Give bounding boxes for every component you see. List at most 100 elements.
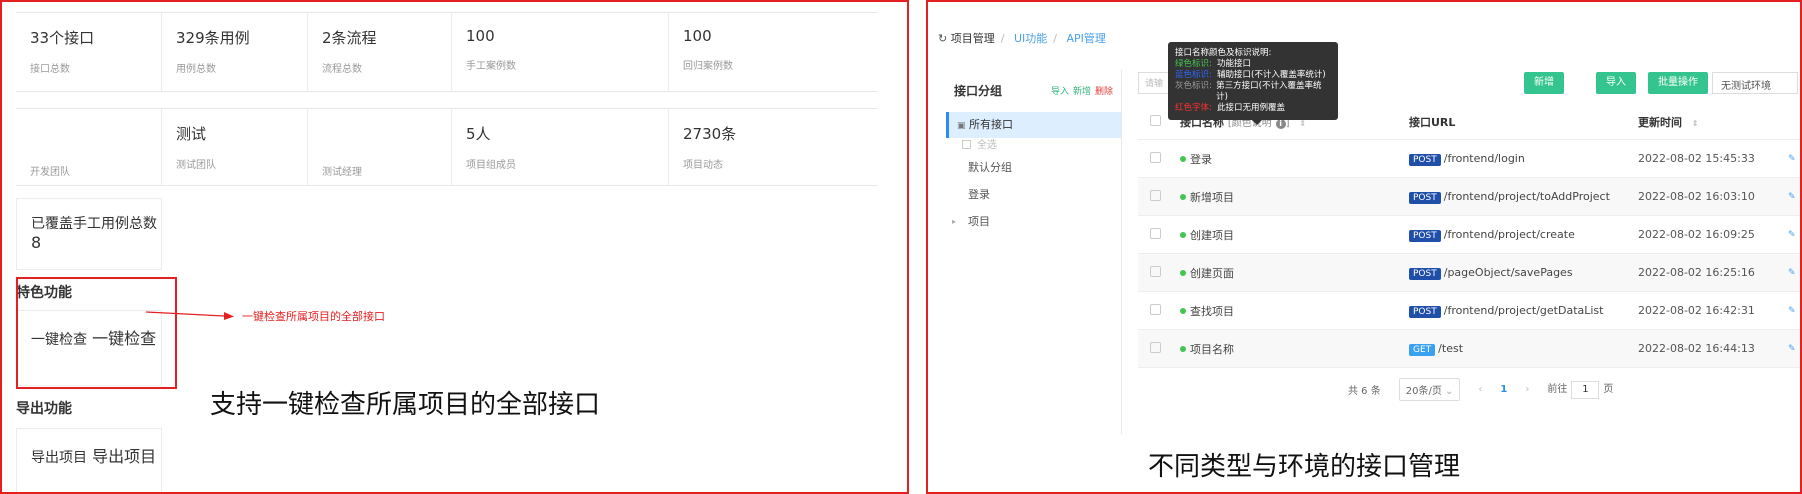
row-url-cell: GET/test: [1409, 342, 1638, 356]
goto-suffix: 页: [1603, 384, 1614, 395]
row-url-cell: POST/frontend/project/create: [1409, 228, 1638, 242]
row-checkbox[interactable]: [1138, 227, 1180, 242]
right-caption: 不同类型与环境的接口管理: [1148, 452, 1461, 482]
edit-icon[interactable]: ✎: [1788, 344, 1800, 354]
next-page-icon[interactable]: ›: [1525, 384, 1529, 395]
stat-manual-cases[interactable]: 100 手工案例数: [452, 13, 669, 91]
row-name-cell[interactable]: 创建页面: [1180, 265, 1409, 281]
tooltip-row: 红色字体: 此接口无用例覆盖: [1175, 103, 1331, 114]
edit-icon[interactable]: ✎: [1788, 154, 1800, 164]
tooltip-key: 灰色标识:: [1175, 81, 1212, 91]
page-size-select[interactable]: 20条/页 ⌄: [1398, 378, 1461, 401]
tooltip-text: 第三方接口(不计入覆盖率统计): [1216, 81, 1322, 102]
breadcrumb-project-mgmt[interactable]: 项目管理: [951, 32, 995, 45]
stat-covered-manual-cases[interactable]: 已覆盖手工用例总数 8: [16, 198, 162, 270]
stat-label: 项目组成员: [466, 160, 516, 171]
page-size-value: 20条/页: [1405, 386, 1442, 397]
stat-members[interactable]: 5人 项目组成员: [452, 109, 669, 185]
row-checkbox[interactable]: [1138, 303, 1180, 318]
tree-delete-link[interactable]: 删除: [1095, 87, 1113, 97]
tree-add-link[interactable]: 新增: [1073, 87, 1091, 97]
row-checkbox[interactable]: [1138, 265, 1180, 280]
row-name-cell[interactable]: 登录: [1180, 151, 1409, 167]
breadcrumb-ui[interactable]: UI功能: [1014, 32, 1047, 45]
breadcrumb-api[interactable]: API管理: [1066, 32, 1105, 45]
pager-total: 共 6 条: [1348, 386, 1381, 397]
tree-item-default[interactable]: 默认分组: [946, 154, 1121, 181]
row-url-cell: POST/frontend/project/toAddProject: [1409, 190, 1638, 204]
tree-item-project[interactable]: ▸ 项目: [946, 208, 1121, 235]
table-row[interactable]: 创建页面 POST/pageObject/savePages 2022-08-02 …: [1138, 254, 1800, 292]
stat-value: 33个接口: [30, 29, 95, 47]
stat-dev-team[interactable]: 开发团队: [16, 109, 162, 185]
sort-icon[interactable]: ⇕: [1692, 119, 1699, 128]
row-checkbox[interactable]: [1138, 151, 1180, 166]
tree-select-all[interactable]: 全选: [946, 138, 1121, 154]
row-url-cell: POST/frontend/project/getDataList: [1409, 304, 1638, 318]
stat-cases[interactable]: 329条用例 用例总数: [162, 13, 308, 91]
table-row[interactable]: 查找项目 POST/frontend/project/getDataList 202…: [1138, 292, 1800, 330]
row-name: 创建项目: [1190, 228, 1234, 242]
card-title: 导出项目: [31, 450, 87, 466]
goto-input[interactable]: 1: [1571, 381, 1600, 399]
stat-value: 5人: [466, 125, 491, 143]
edit-icon[interactable]: ✎: [1788, 192, 1800, 202]
left-caption: 支持一键检查所属项目的全部接口: [210, 390, 601, 420]
info-icon[interactable]: i: [1275, 118, 1286, 129]
expand-caret-icon[interactable]: ▸: [952, 208, 956, 235]
batch-button[interactable]: 批量操作: [1648, 72, 1708, 94]
edit-icon[interactable]: ✎: [1788, 268, 1800, 278]
tree-item-label: 所有接口: [969, 118, 1014, 131]
add-button[interactable]: 新增: [1524, 72, 1564, 94]
edit-icon[interactable]: ✎: [1788, 230, 1800, 240]
stat-value: 329条用例: [176, 29, 250, 47]
status-dot-icon: [1180, 155, 1186, 162]
stat-label: 用例总数: [176, 64, 216, 75]
page-current[interactable]: 1: [1500, 384, 1507, 395]
row-name-cell[interactable]: 查找项目: [1180, 303, 1409, 319]
prev-page-icon[interactable]: ‹: [1478, 384, 1482, 395]
status-dot-icon: [1180, 307, 1186, 314]
import-button[interactable]: 导入: [1596, 72, 1636, 94]
row-name-cell[interactable]: 创建项目: [1180, 227, 1409, 243]
tree-item-all[interactable]: ▣ 所有接口: [946, 112, 1121, 138]
refresh-icon[interactable]: ↻: [938, 32, 947, 45]
export-project-card[interactable]: 导出项目 导出项目: [16, 428, 162, 492]
stat-activity[interactable]: 2730条 项目动态: [669, 109, 878, 185]
edit-icon[interactable]: ✎: [1788, 306, 1800, 316]
row-name-cell[interactable]: 新增项目: [1180, 189, 1409, 205]
stats-row-2: 开发团队 测试 测试团队 测试经理 5人 项目组成员 2730条 项目动态: [16, 108, 878, 186]
env-select[interactable]: 无测试环境: [1712, 72, 1798, 94]
status-dot-icon: [1180, 193, 1186, 200]
table-row[interactable]: 项目名称 GET/test 2022-08-02 16:44:13 ✎: [1138, 330, 1800, 368]
tree-actions: 导入 新增 删除: [1047, 84, 1113, 97]
stat-regression-cases[interactable]: 100 回归案例数: [669, 13, 878, 91]
table-body: 登录 POST/frontend/login 2022-08-02 15:45:33…: [1138, 140, 1800, 368]
tree-item-login[interactable]: 登录: [946, 181, 1121, 208]
stat-flows[interactable]: 2条流程 流程总数: [308, 13, 452, 91]
pagination: 共 6 条 20条/页 ⌄ ‹ 1 › 前往 1 页: [1348, 378, 1631, 401]
row-time: 2022-08-02 16:44:13: [1638, 342, 1755, 355]
goto-label: 前往: [1547, 384, 1568, 395]
row-name: 查找项目: [1190, 304, 1234, 318]
annotation-text: 一键检查所属项目的全部接口: [242, 310, 385, 323]
table-row[interactable]: 创建项目 POST/frontend/project/create 2022-08-…: [1138, 216, 1800, 254]
card-subtitle: 导出项目: [92, 447, 157, 466]
tooltip-key: 蓝色标识:: [1175, 70, 1212, 80]
stat-value: 100: [683, 27, 712, 45]
row-checkbox[interactable]: [1138, 189, 1180, 204]
stat-test-manager[interactable]: 测试经理: [308, 109, 452, 185]
tree-import-link[interactable]: 导入: [1051, 87, 1069, 97]
arrow-icon: [145, 311, 234, 320]
stat-test-team[interactable]: 测试 测试团队: [162, 109, 308, 185]
stat-label: 开发团队: [30, 167, 70, 178]
table-row[interactable]: 新增项目 POST/frontend/project/toAddProject 20…: [1138, 178, 1800, 216]
stat-value: 100: [466, 27, 495, 45]
row-name-cell[interactable]: 项目名称: [1180, 341, 1409, 357]
table-row[interactable]: 登录 POST/frontend/login 2022-08-02 15:45:33…: [1138, 140, 1800, 178]
stat-interfaces[interactable]: 33个接口 接口总数: [16, 13, 162, 91]
header-time[interactable]: 更新时间 ⇕: [1638, 114, 1788, 130]
row-name: 登录: [1190, 152, 1212, 166]
row-url-cell: POST/pageObject/savePages: [1409, 266, 1638, 280]
row-checkbox[interactable]: [1138, 341, 1180, 356]
